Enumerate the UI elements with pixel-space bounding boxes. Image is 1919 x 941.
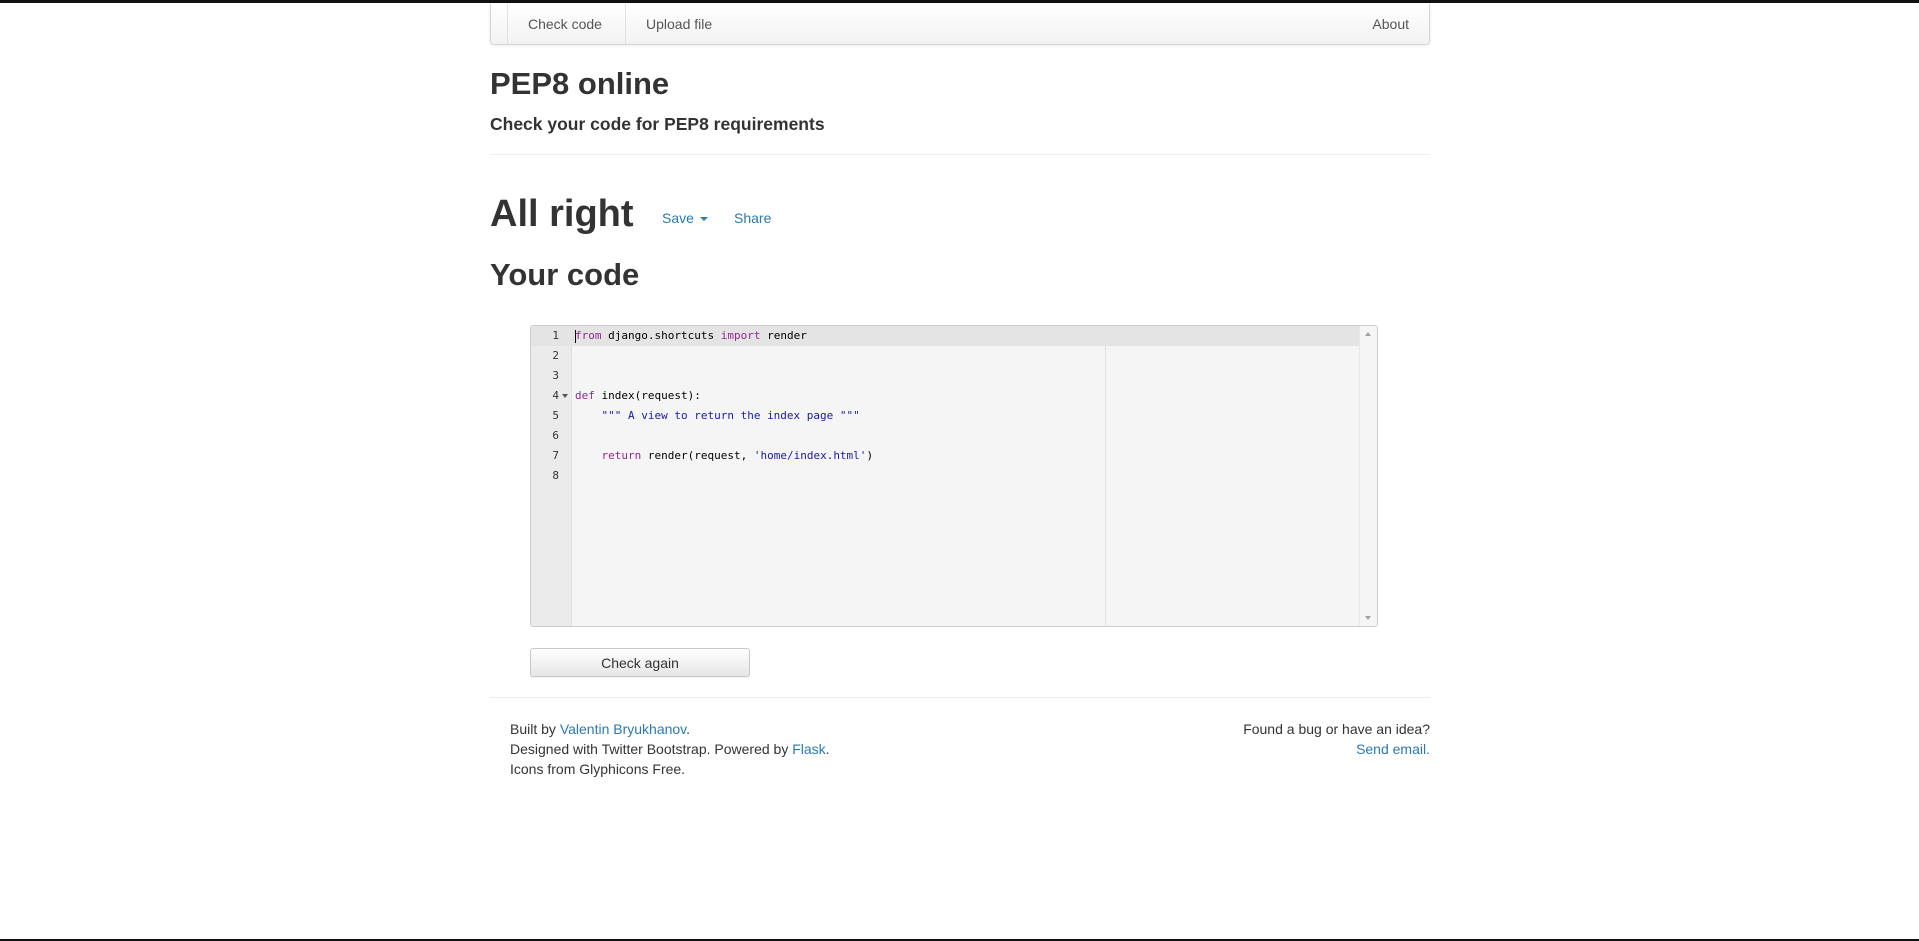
code-keyword: import [720,329,761,342]
code-line[interactable]: 5 """ A view to return the index page ""… [531,406,1359,426]
window-top-border [0,0,1919,3]
footer-built-by-line: Built by Valentin Bryukhanov. [510,719,830,739]
save-dropdown[interactable]: Save [662,208,708,228]
code-editor[interactable]: 1 from django.shortcuts import render 2 3 4 d… [530,325,1378,627]
footer-credits: Built by Valentin Bryukhanov. Designed w… [510,719,830,779]
line-number: 6 [552,429,559,442]
footer-contact: Found a bug or have an idea? Send email. [1180,719,1430,759]
period-text: . [686,721,691,737]
editor-lines[interactable]: 1 from django.shortcuts import render 2 3 4 d… [531,326,1359,486]
designed-text: Designed with Twitter Bootstrap. Powered… [510,741,793,757]
line-number: 1 [552,329,559,342]
scroll-down-icon[interactable] [1365,616,1371,620]
footer-icons-line: Icons from Glyphicons Free. [510,761,686,777]
line-number: 2 [552,349,559,362]
check-again-button[interactable]: Check again [530,648,750,677]
flask-link[interactable]: Flask [792,741,825,757]
line-text: from django.shortcuts import render [575,329,807,342]
footer-designed-line: Designed with Twitter Bootstrap. Powered… [510,739,830,759]
header-divider [490,154,1430,155]
code-section-title: Your code [490,257,640,292]
scroll-up-icon[interactable] [1365,332,1371,336]
line-text: def index(request): [575,389,701,402]
built-by-text: Built by [510,721,560,737]
code-line[interactable]: 4 def index(request): [531,386,1359,406]
send-email-link[interactable]: Send email. [1356,741,1430,757]
code-line[interactable]: 1 from django.shortcuts import render [531,326,1359,346]
period-text: . [825,741,830,757]
line-number: 8 [552,469,559,482]
author-link[interactable]: Valentin Bryukhanov [560,721,686,737]
nav-about[interactable]: About [1352,4,1429,44]
site-title: PEP8 online [490,66,670,101]
caret-down-icon [699,217,708,222]
save-label: Save [662,210,694,226]
site-subtitle: Check your code for PEP8 requirements [490,114,825,134]
line-number: 5 [552,409,559,422]
line-text: """ A view to return the index page """ [575,406,860,426]
text-cursor [575,330,576,343]
code-string: 'home/index.html' [753,449,867,462]
nav-upload-file[interactable]: Upload file [625,4,732,44]
editor-scrollbar[interactable] [1359,326,1377,626]
fold-toggle-icon[interactable] [562,394,568,398]
result-status: All right [490,193,634,235]
line-text: return render(request, 'home/index.html'… [601,449,874,462]
share-link[interactable]: Share [734,208,771,228]
nav-check-code[interactable]: Check code [507,4,622,44]
code-line[interactable]: 3 [531,366,1359,386]
line-number: 3 [552,369,559,382]
bug-text: Found a bug or have an idea? [1243,721,1430,737]
code-keyword: def [575,389,595,402]
code-string: """ A view to return the index page """ [601,409,860,422]
navbar: Check code Upload file About [490,4,1430,45]
code-line[interactable]: 2 [531,346,1359,366]
code-line[interactable]: 7 return render(request, 'home/index.htm… [531,446,1359,466]
code-line[interactable]: 8 [531,466,1359,486]
code-keyword: from [575,329,602,342]
line-number: 7 [552,449,559,462]
line-number: 4 [552,389,559,402]
code-keyword: return [601,449,642,462]
code-line[interactable]: 6 [531,426,1359,446]
footer-divider [490,697,1430,698]
